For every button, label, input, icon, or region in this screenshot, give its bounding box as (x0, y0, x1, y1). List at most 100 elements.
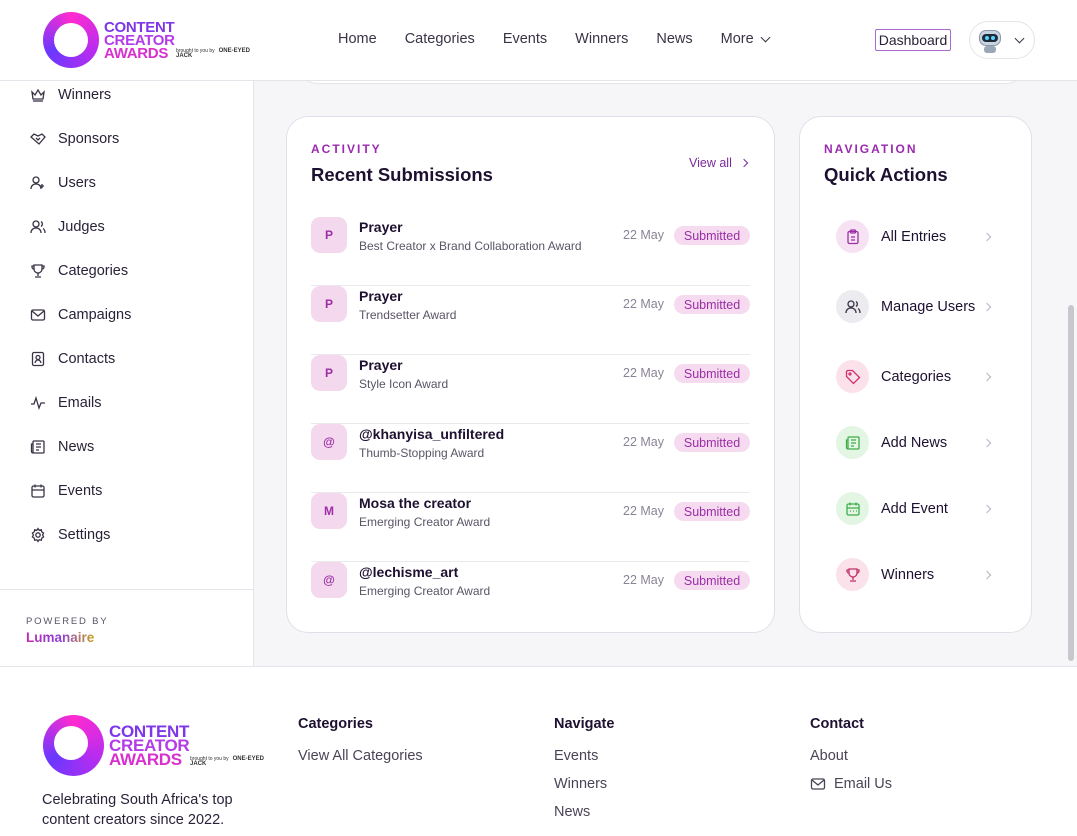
quick-action-all-entries[interactable]: All Entries (836, 220, 994, 253)
top-header: CONTENT CREATOR AWARDS brought to you by… (0, 0, 1077, 81)
submission-date: 22 May (623, 228, 664, 242)
quick-action-add-event[interactable]: Add Event (836, 492, 994, 525)
footer-brand-logo[interactable]: CONTENT CREATOR AWARDS (43, 715, 190, 776)
submission-date: 22 May (623, 297, 664, 311)
trophy-icon (31, 264, 45, 278)
submitter-avatar: P (311, 217, 347, 253)
footer-link-news[interactable]: News (554, 804, 590, 820)
sidebar-item-users[interactable]: Users (30, 175, 96, 191)
footer-link-winners[interactable]: Winners (554, 776, 607, 792)
submission-category: Best Creator x Brand Collaboration Award (359, 239, 582, 253)
site-footer: CONTENT CREATOR AWARDS brought to you by… (0, 666, 1077, 836)
submission-row[interactable]: P Prayer Best Creator x Brand Collaborat… (311, 217, 750, 286)
sidebar-item-settings[interactable]: Settings (30, 527, 110, 543)
nav-more[interactable]: More (721, 31, 771, 47)
chevron-right-icon (982, 302, 992, 311)
logo-wordmark: CONTENT CREATOR AWARDS (109, 721, 190, 769)
footer-categories-title: Categories (298, 716, 373, 732)
activity-eyebrow: ACTIVITY (311, 142, 382, 156)
activity-icon (31, 395, 45, 410)
users-icon (30, 220, 46, 234)
sidebar-item-categories[interactable]: Categories (30, 263, 128, 279)
submitter-avatar: P (311, 355, 347, 391)
sidebar-footer: POWERED BY Lumanaire (0, 589, 253, 666)
recent-submissions-title: Recent Submissions (311, 164, 493, 185)
chevron-right-icon (982, 570, 992, 579)
powered-by-label: POWERED BY (26, 616, 109, 627)
status-badge: Submitted (674, 226, 750, 245)
submission-row[interactable]: M Mosa the creator Emerging Creator Awar… (311, 493, 750, 562)
contact-card-icon (31, 351, 45, 367)
submission-row[interactable]: P Prayer Trendsetter Award 22 May Submit… (311, 286, 750, 355)
logo-wordmark: CONTENT CREATOR AWARDS (104, 18, 175, 62)
nav-home[interactable]: Home (338, 31, 377, 47)
submission-category: Style Icon Award (359, 377, 449, 391)
profile-menu[interactable] (969, 21, 1035, 59)
submitter-avatar: P (311, 286, 347, 322)
dashboard-button[interactable]: Dashboard (875, 29, 951, 51)
nav-winners[interactable]: Winners (575, 31, 628, 47)
logo-ring-icon (43, 715, 104, 776)
nav-news[interactable]: News (656, 31, 692, 47)
status-badge: Submitted (674, 571, 750, 590)
sidebar-item-contacts[interactable]: Contacts (30, 351, 115, 367)
logo-ring-icon (43, 12, 99, 68)
tag-icon (845, 369, 860, 384)
sidebar-item-winners[interactable]: Winners (30, 87, 111, 103)
submission-row[interactable]: @ @lechisme_art Emerging Creator Award 2… (311, 562, 750, 631)
robot-avatar-icon (978, 27, 1002, 53)
quick-action-manage-users[interactable]: Manage Users (836, 290, 994, 323)
navigation-eyebrow: NAVIGATION (824, 142, 918, 156)
submission-date: 22 May (623, 504, 664, 518)
vendor-logo[interactable]: Lumanaire (26, 630, 94, 645)
chevron-right-icon (982, 372, 992, 381)
sidebar-item-events[interactable]: Events (30, 483, 102, 499)
mail-icon (30, 309, 46, 321)
chevron-right-icon (739, 158, 749, 168)
submission-row[interactable]: @ @khanyisa_unfiltered Thumb-Stopping Aw… (311, 424, 750, 493)
mail-icon (810, 778, 826, 790)
sidebar-item-campaigns[interactable]: Campaigns (30, 307, 131, 323)
submission-date: 22 May (623, 435, 664, 449)
sidebar-item-judges[interactable]: Judges (30, 219, 105, 235)
submission-date: 22 May (623, 366, 664, 380)
sidebar-item-sponsors[interactable]: Sponsors (30, 131, 119, 147)
crown-icon (31, 88, 45, 102)
chevron-right-icon (982, 504, 992, 513)
trophy-icon (845, 567, 860, 582)
view-all-link[interactable]: View all (689, 156, 749, 170)
footer-link-email-us[interactable]: Email Us (810, 776, 892, 792)
sidebar-item-news[interactable]: News (30, 439, 94, 455)
submitter-avatar: M (311, 493, 347, 529)
footer-link-about[interactable]: About (810, 748, 848, 764)
chevron-down-icon (1014, 33, 1025, 43)
gear-icon (31, 527, 45, 543)
nav-categories[interactable]: Categories (405, 31, 475, 47)
status-badge: Submitted (674, 364, 750, 383)
quick-actions-title: Quick Actions (824, 164, 948, 185)
brand-logo[interactable]: CONTENT CREATOR AWARDS (43, 12, 175, 68)
chevron-down-icon (760, 32, 771, 42)
quick-action-winners[interactable]: Winners (836, 558, 994, 591)
quick-actions-card: NAVIGATION Quick Actions All Entries Man… (799, 116, 1032, 633)
sponsor-tag: brought to you by ONE-EYED JACK (190, 756, 264, 767)
recent-submissions-card: ACTIVITY Recent Submissions View all P P… (286, 116, 775, 633)
calendar-icon (845, 502, 860, 516)
clipboard-icon (846, 228, 859, 244)
nav-events[interactable]: Events (503, 31, 547, 47)
quick-action-categories[interactable]: Categories (836, 360, 994, 393)
quick-action-add-news[interactable]: Add News (836, 426, 994, 459)
submission-row[interactable]: P Prayer Style Icon Award 22 May Submitt… (311, 355, 750, 424)
status-badge: Submitted (674, 433, 750, 452)
submission-date: 22 May (623, 573, 664, 587)
footer-link-view-all-categories[interactable]: View All Categories (298, 748, 423, 764)
sidebar-item-emails[interactable]: Emails (30, 395, 102, 411)
footer-navigate-title: Navigate (554, 716, 615, 732)
status-badge: Submitted (674, 502, 750, 521)
footer-link-events[interactable]: Events (554, 748, 598, 764)
submitter-name: Mosa the creator (359, 495, 472, 511)
newspaper-icon (30, 440, 45, 454)
users-icon (844, 299, 861, 313)
page-scrollbar[interactable] (1068, 305, 1074, 661)
main-nav: Home Categories Events Winners News More (338, 31, 797, 47)
